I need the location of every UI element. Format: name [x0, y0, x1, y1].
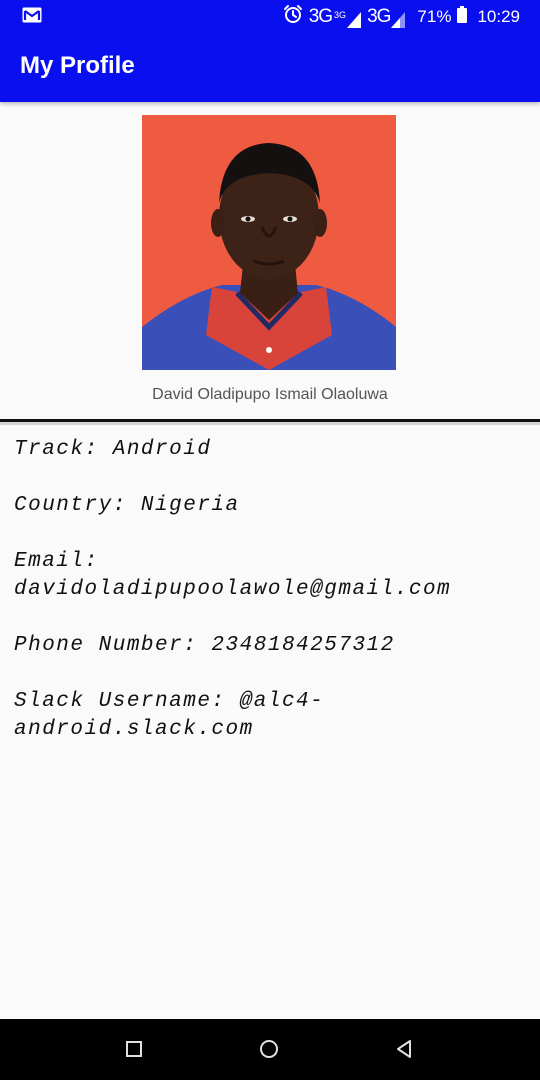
divider-shadow — [0, 422, 540, 425]
country-text: Country: Nigeria — [14, 494, 240, 517]
network-type: 3G — [308, 5, 333, 27]
phone-text: Phone Number: 2348184257312 — [14, 634, 395, 657]
signal-2: 3G — [367, 5, 406, 28]
alarm-icon — [283, 4, 303, 29]
app-bar: My Profile — [0, 33, 540, 102]
network-type: 3G — [367, 5, 391, 27]
signal-strength-icon — [391, 11, 406, 28]
clock: 10:29 — [477, 6, 520, 26]
recents-button[interactable] — [122, 1037, 146, 1061]
battery-percent: 71% — [417, 6, 452, 26]
profile-details: Track: Android Country: Nigeria Email: d… — [14, 436, 529, 772]
status-bar: 3G 3G 3G 71% 10:29 — [0, 0, 540, 33]
profile-name: David Oladipupo Ismail Olaoluwa — [152, 386, 388, 403]
signal-1: 3G 3G — [308, 5, 362, 28]
network-sub-type: 3G — [334, 9, 347, 20]
navigation-bar — [0, 1019, 540, 1080]
slack-text: Slack Username: @alc4-android.slack.com — [14, 690, 325, 741]
home-icon — [260, 1040, 278, 1058]
email-text: Email: davidoladipupoolawole@gmail.com — [14, 550, 452, 601]
signal-strength-icon — [347, 11, 362, 28]
recents-icon — [126, 1041, 142, 1057]
home-button[interactable] — [257, 1037, 281, 1061]
battery-icon — [457, 5, 468, 28]
profile-photo — [142, 115, 396, 370]
gmail-icon — [22, 7, 42, 28]
track-text: Track: Android — [14, 438, 212, 461]
back-button[interactable] — [392, 1037, 416, 1061]
page-title: My Profile — [20, 52, 135, 79]
back-icon — [397, 1040, 411, 1058]
